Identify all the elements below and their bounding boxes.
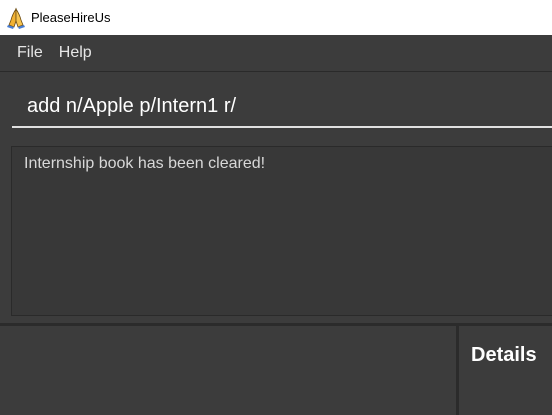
details-title: Details (471, 344, 537, 366)
result-display: Internship book has been cleared! (11, 146, 552, 316)
command-area (0, 72, 552, 142)
command-input[interactable] (12, 86, 552, 128)
menu-file[interactable]: File (9, 35, 51, 71)
window-title: PleaseHireUs (31, 10, 111, 25)
details-pane: Details (459, 326, 552, 415)
menu-bar: File Help (0, 35, 552, 72)
window-title-bar: PleaseHireUs (0, 0, 552, 35)
internship-list-pane (0, 326, 456, 415)
result-message: Internship book has been cleared! (24, 155, 266, 172)
menu-help[interactable]: Help (51, 35, 100, 71)
praying-hands-icon (7, 7, 25, 29)
